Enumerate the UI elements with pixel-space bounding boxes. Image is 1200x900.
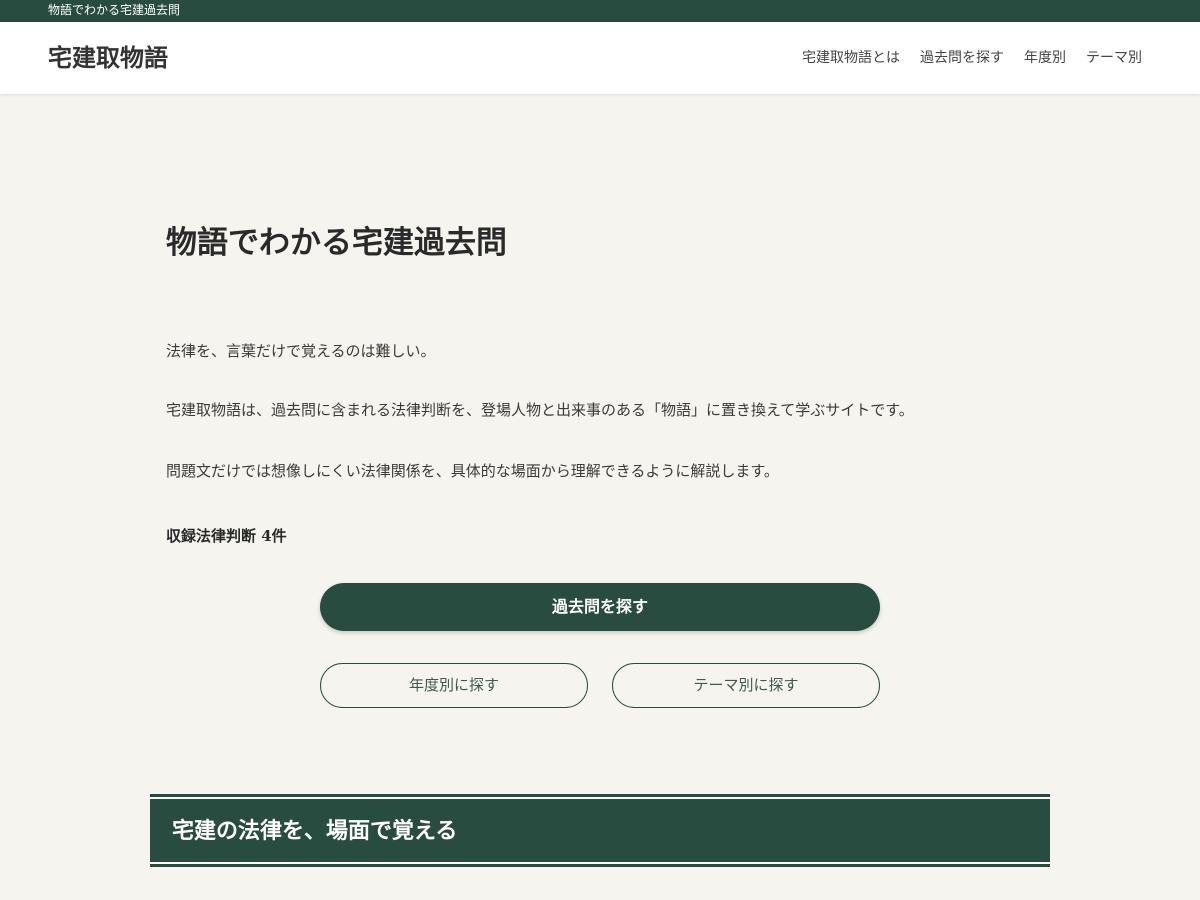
nav-item-by-theme[interactable]: テーマ別 bbox=[1086, 48, 1142, 68]
main-nav: 宅建取物語とは 過去問を探す 年度別 テーマ別 bbox=[802, 48, 1142, 68]
section-rule-top bbox=[150, 797, 1050, 799]
site-title-link[interactable]: 宅建取物語 bbox=[48, 43, 168, 73]
search-by-year-button[interactable]: 年度別に探す bbox=[320, 663, 588, 708]
judgment-count: 収録法律判断 4件 bbox=[166, 527, 287, 545]
nav-item-by-year[interactable]: 年度別 bbox=[1024, 48, 1066, 68]
intro-paragraph-1: 法律を、言葉だけで覚えるのは難しい。 bbox=[166, 342, 436, 360]
section-title: 宅建の法律を、場面で覚える bbox=[172, 818, 458, 844]
intro-paragraph-3: 問題文だけでは想像しにくい法律関係を、具体的な場面から理解できるように解説します… bbox=[166, 462, 779, 480]
search-questions-button[interactable]: 過去問を探す bbox=[320, 583, 880, 631]
intro-paragraph-2: 宅建取物語は、過去問に含まれる法律判断を、登場人物と出来事のある「物語」に置き換… bbox=[166, 401, 914, 419]
section-heading-band: 宅建の法律を、場面で覚える bbox=[150, 794, 1050, 867]
site-header: 宅建取物語 宅建取物語とは 過去問を探す 年度別 テーマ別 bbox=[0, 22, 1200, 94]
nav-item-about[interactable]: 宅建取物語とは bbox=[802, 48, 900, 68]
top-bar: 物語でわかる宅建過去問 bbox=[0, 0, 1200, 22]
search-by-theme-button[interactable]: テーマ別に探す bbox=[612, 663, 880, 708]
section-rule-bottom bbox=[150, 862, 1050, 864]
page-title: 物語でわかる宅建過去問 bbox=[166, 225, 507, 261]
nav-item-search[interactable]: 過去問を探す bbox=[920, 48, 1004, 68]
top-bar-tagline: 物語でわかる宅建過去問 bbox=[48, 3, 181, 17]
